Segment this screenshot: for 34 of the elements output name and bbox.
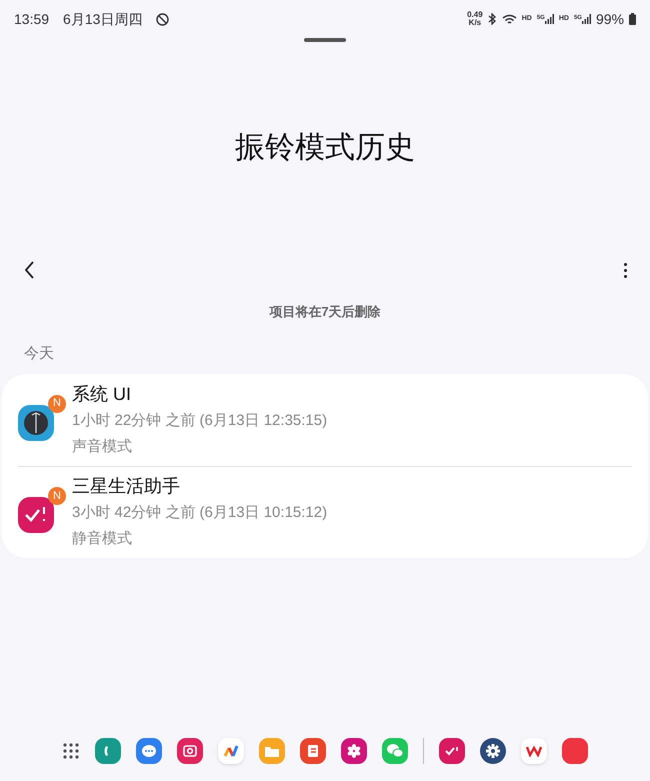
battery-icon — [629, 13, 636, 25]
page-title: 振铃模式历史 — [235, 130, 415, 166]
app-name: 三星生活助手 — [72, 475, 181, 498]
app-icon[interactable] — [562, 738, 588, 764]
status-date: 6月13日周四 — [63, 10, 142, 28]
notebook-app-icon[interactable] — [300, 738, 326, 764]
drag-handle[interactable] — [304, 38, 346, 42]
new-badge: N — [48, 394, 66, 412]
clock-dial-icon — [18, 404, 54, 440]
office-logo-app-icon[interactable] — [521, 738, 547, 764]
signal-icon — [582, 14, 591, 24]
wifi-icon — [502, 14, 517, 24]
checkmark-app-icon[interactable] — [439, 738, 465, 764]
gear-app-icon[interactable] — [480, 738, 506, 764]
time-text: 3小时 42分钟 之前 (6月13日 10:15:12) — [72, 503, 328, 523]
blocked-icon — [156, 12, 170, 26]
network-speed-value: 0.49 — [467, 11, 483, 19]
battery-percent: 99% — [596, 10, 624, 28]
new-badge: N — [48, 487, 66, 505]
signal-icon — [544, 14, 554, 24]
time-text: 1小时 22分钟 之前 (6月13日 12:35:15) — [72, 410, 328, 430]
checkmark-app-icon — [18, 497, 54, 533]
mode-text: 声音模式 — [72, 436, 133, 456]
app-name: 系统 UI — [72, 382, 132, 406]
chat-bubble-app-icon[interactable] — [136, 738, 162, 764]
status-time: 13:59 — [14, 10, 50, 28]
network-speed-unit: K/s — [468, 19, 482, 27]
camera-app-icon[interactable] — [177, 738, 203, 764]
section-header: 今天 — [24, 344, 54, 362]
deletion-notice: 项目将在7天后删除 — [269, 303, 381, 321]
mode-text: 静音模式 — [72, 529, 133, 549]
apps-grid-icon[interactable] — [62, 742, 80, 760]
bluetooth-icon — [488, 13, 497, 25]
flower-app-icon[interactable] — [341, 738, 367, 764]
